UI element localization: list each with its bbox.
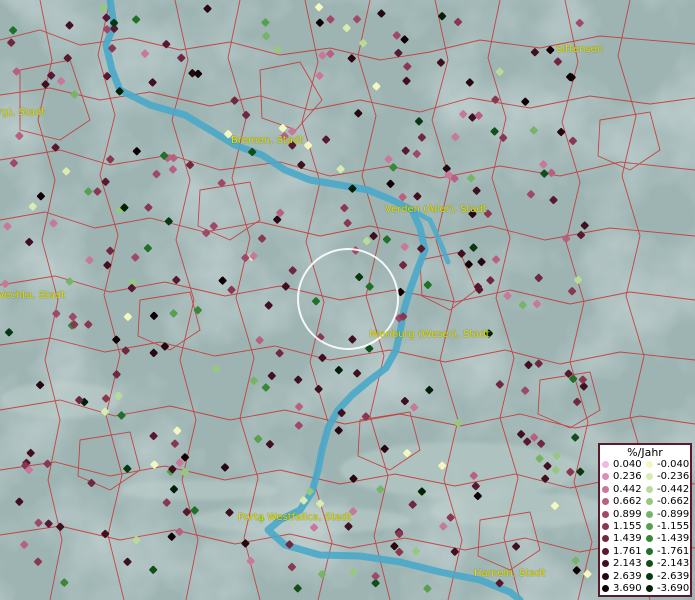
legend-value: 0.662 xyxy=(613,496,642,508)
legend-swatch xyxy=(602,560,609,568)
legend-value: 0.899 xyxy=(613,508,642,520)
legend-value: -1.439 xyxy=(657,533,690,545)
legend-swatch xyxy=(646,560,653,568)
map-canvas[interactable] xyxy=(0,0,695,600)
legend-value: 0.040 xyxy=(613,459,642,470)
legend-title: %/Jahr xyxy=(627,446,663,459)
city-label-porta-westfalica: Porta Westfalica, Stadt xyxy=(238,512,352,523)
legend-value: 0.236 xyxy=(613,471,642,483)
city-label-vechta: Vechta, Stadt xyxy=(0,290,66,301)
city-label-bremen: Bremen, Stadt xyxy=(231,135,304,146)
legend-value: 2.143 xyxy=(613,558,642,570)
legend-value: -0.662 xyxy=(657,496,690,508)
legend-swatch xyxy=(602,523,609,530)
legend-swatch xyxy=(602,498,609,506)
legend-swatch xyxy=(646,498,653,506)
legend-swatch xyxy=(602,485,609,493)
legend-swatch xyxy=(602,510,609,518)
legend-swatch xyxy=(646,585,653,592)
legend-value: -1.155 xyxy=(657,521,690,532)
legend-value: -0.442 xyxy=(657,483,690,495)
legend-swatch xyxy=(602,461,609,468)
legend-swatch xyxy=(646,547,653,555)
city-label-verden: Verden (Aller), Stadt xyxy=(385,204,487,215)
legend-value: -3.690 xyxy=(657,583,690,594)
legend-value: 3.690 xyxy=(613,583,642,594)
legend-swatch xyxy=(646,572,653,580)
legend-swatch xyxy=(602,535,609,543)
legend-value: -0.236 xyxy=(657,471,690,483)
legend-value: 1.761 xyxy=(613,545,642,557)
legend-value: -1.761 xyxy=(657,545,690,557)
legend-swatch xyxy=(602,585,609,592)
legend-swatch xyxy=(602,547,609,555)
legend-value: 2.639 xyxy=(613,570,642,582)
legend-swatch xyxy=(646,461,653,468)
legend-value: -2.143 xyxy=(657,558,690,570)
legend-swatch xyxy=(646,510,653,518)
legend-value: -0.899 xyxy=(657,508,690,520)
city-label-nienburg: Nienburg (Weser), Stadt xyxy=(369,329,490,340)
legend-value: -0.040 xyxy=(657,459,690,470)
city-label-sittensen: Sittensen xyxy=(556,44,604,55)
legend-swatch xyxy=(646,535,653,543)
legend: %/Jahr 0.040 -0.040 0.236 -0.236 0.442 -0.442… xyxy=(598,443,692,597)
legend-swatch xyxy=(602,473,609,481)
legend-value: 1.439 xyxy=(613,533,642,545)
legend-value: -2.639 xyxy=(657,570,690,582)
city-label-partial-stadt: rg), Stadt xyxy=(0,107,46,118)
legend-value: 1.155 xyxy=(613,521,642,532)
legend-value: 0.442 xyxy=(613,483,642,495)
legend-swatch xyxy=(646,485,653,493)
legend-swatch xyxy=(646,473,653,481)
legend-swatch xyxy=(646,523,653,530)
legend-swatch xyxy=(602,572,609,580)
city-label-hameln: Hameln, Stadt xyxy=(474,568,546,579)
